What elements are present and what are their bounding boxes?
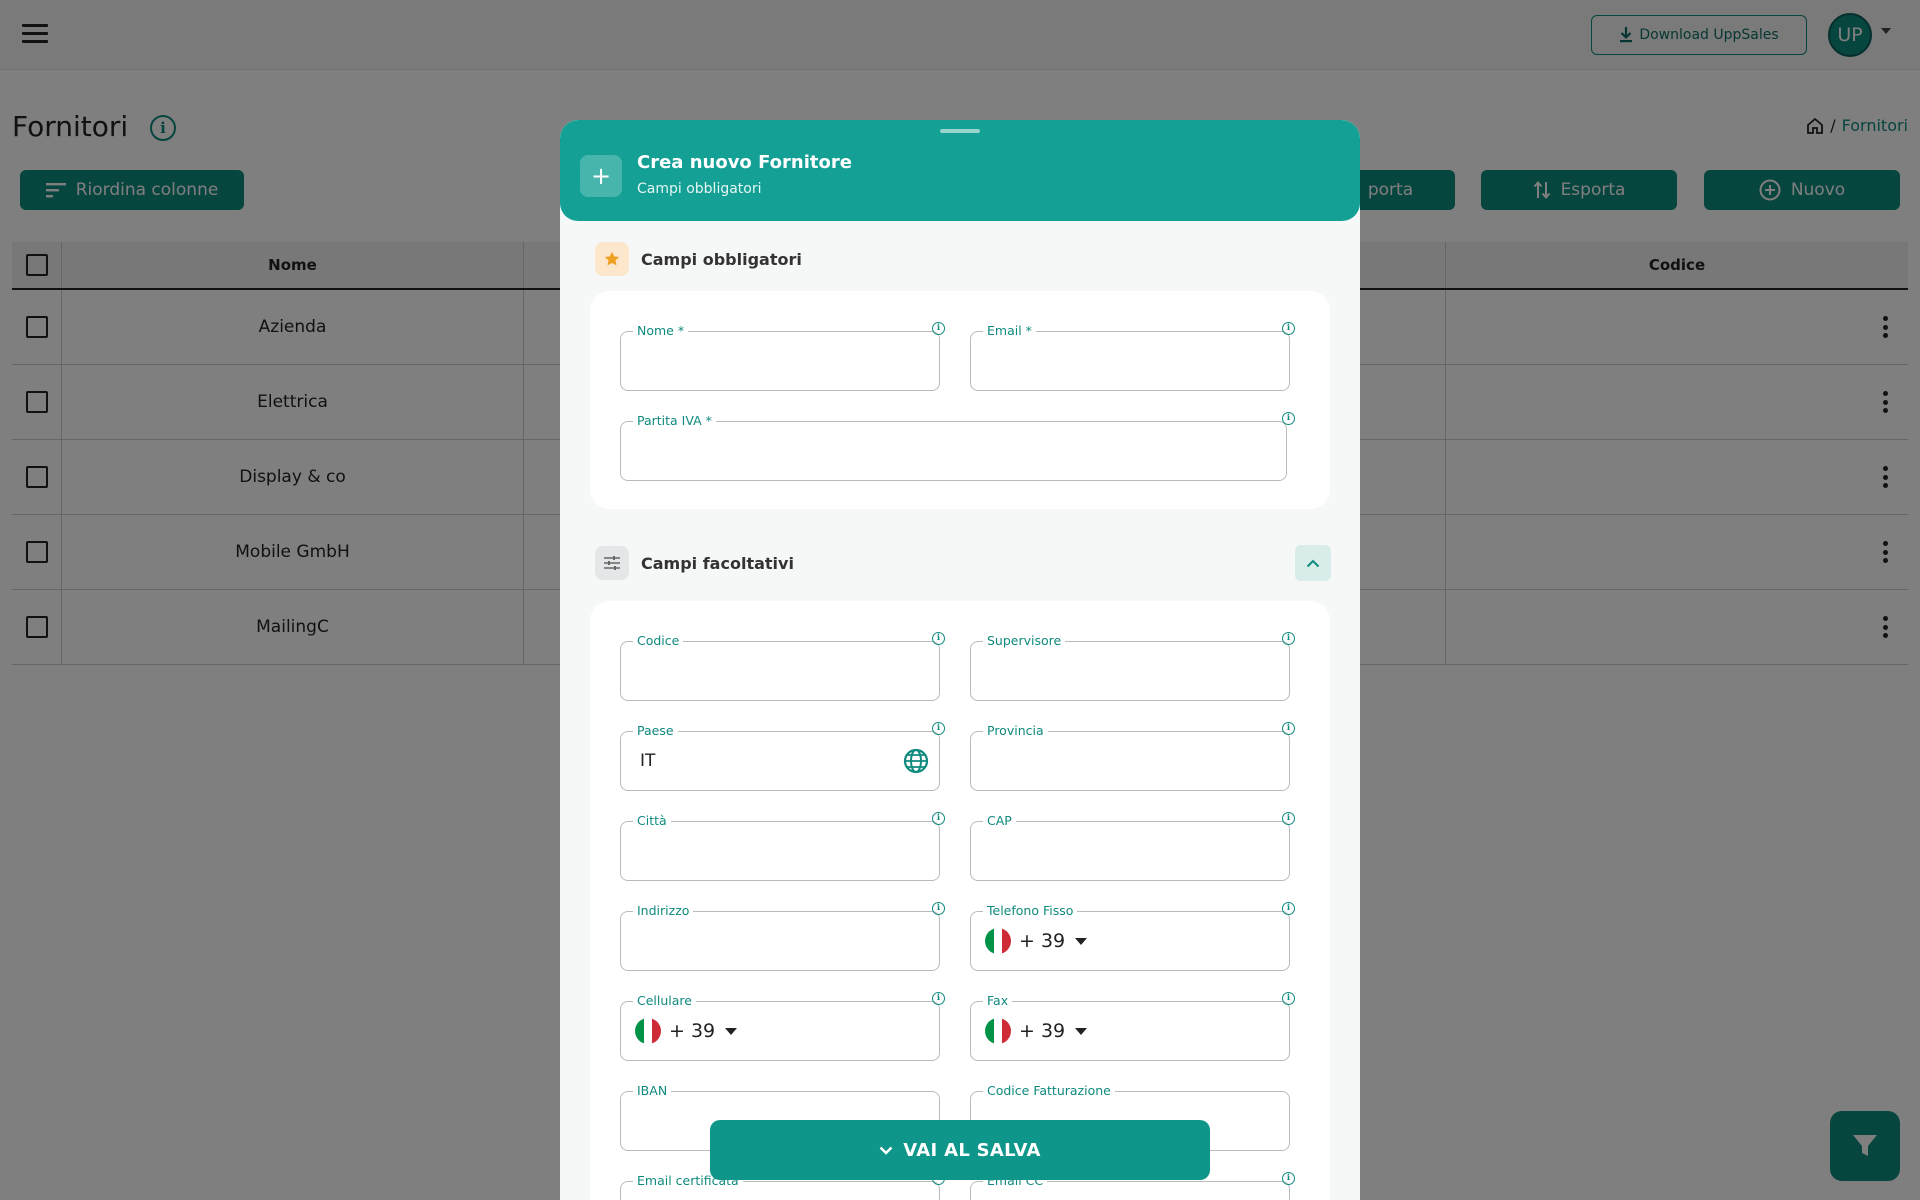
fax-field-label: Fax (983, 993, 1013, 1009)
province-field[interactable]: Provincia (970, 723, 1290, 791)
info-icon[interactable]: i (1282, 1172, 1295, 1185)
drag-handle[interactable] (940, 129, 980, 133)
optional-fields-card: Codice i Supervisore i Paese IT i Provin… (590, 601, 1330, 1200)
email-field[interactable]: Email * (970, 323, 1290, 391)
info-icon[interactable]: i (932, 812, 945, 825)
vat-number-field-label: Partita IVA * (633, 413, 716, 429)
email-field-label: Email * (983, 323, 1036, 339)
country-field[interactable]: Paese IT (620, 723, 940, 791)
province-field-label: Provincia (983, 723, 1048, 739)
info-icon[interactable]: i (1282, 412, 1295, 425)
name-field[interactable]: Nome * (620, 323, 940, 391)
optional-section-header: Campi facoltativi (595, 545, 794, 581)
fax-field[interactable]: Fax + 39 (970, 993, 1290, 1061)
modal-header: + Crea nuovo Fornitore Campi obbligatori (560, 120, 1360, 221)
cc-email-field[interactable]: Email CC (970, 1173, 1290, 1200)
name-field-label: Nome * (633, 323, 689, 339)
landline-field[interactable]: Telefono Fisso + 39 (970, 903, 1290, 971)
city-field[interactable]: Città (620, 813, 940, 881)
modal-title: Crea nuovo Fornitore (637, 152, 852, 173)
info-icon[interactable]: i (1282, 902, 1295, 915)
phone-prefix: + 39 (1019, 930, 1066, 952)
postal-code-field[interactable]: CAP (970, 813, 1290, 881)
mobile-field[interactable]: Cellulare + 39 (620, 993, 940, 1061)
required-section-title: Campi obbligatori (641, 249, 802, 269)
caret-down-icon (725, 1027, 738, 1035)
info-icon[interactable]: i (1282, 992, 1295, 1005)
phone-prefix-selector[interactable]: + 39 (985, 1018, 1088, 1044)
landline-field-label: Telefono Fisso (983, 903, 1078, 919)
go-to-save-button[interactable]: VAI AL SALVA (710, 1120, 1210, 1180)
caret-down-icon (1075, 1027, 1088, 1035)
info-icon[interactable]: i (932, 902, 945, 915)
country-field-value: IT (640, 751, 656, 771)
supervisor-field[interactable]: Supervisore (970, 633, 1290, 701)
country-field-label: Paese (633, 723, 678, 739)
info-icon[interactable]: i (932, 632, 945, 645)
phone-prefix: + 39 (1019, 1020, 1066, 1042)
info-icon[interactable]: i (1282, 632, 1295, 645)
globe-icon[interactable] (903, 748, 929, 774)
address-field[interactable]: Indirizzo (620, 903, 940, 971)
vat-number-field[interactable]: Partita IVA * (620, 413, 1287, 481)
italy-flag-icon (985, 1018, 1011, 1044)
iban-field-label: IBAN (633, 1083, 672, 1099)
supervisor-field-label: Supervisore (983, 633, 1066, 649)
required-section-header: Campi obbligatori (595, 241, 802, 277)
required-fields-card: Nome * i Email * i Partita IVA * i (590, 291, 1330, 509)
info-icon[interactable]: i (932, 322, 945, 335)
caret-down-icon (1075, 937, 1088, 945)
info-icon[interactable]: i (932, 722, 945, 735)
city-field-label: Città (633, 813, 671, 829)
phone-prefix: + 39 (669, 1020, 716, 1042)
info-icon[interactable]: i (1282, 812, 1295, 825)
info-icon[interactable]: i (932, 992, 945, 1005)
create-supplier-modal: + Crea nuovo Fornitore Campi obbligatori… (560, 120, 1360, 1200)
plus-icon: + (580, 155, 622, 197)
modal-subtitle: Campi obbligatori (637, 181, 762, 197)
mobile-field-label: Cellulare (633, 993, 696, 1009)
optional-section-title: Campi facoltativi (641, 553, 794, 573)
code-field[interactable]: Codice (620, 633, 940, 701)
collapse-button[interactable] (1295, 545, 1331, 581)
chevron-down-icon (879, 1146, 893, 1155)
code-field-label: Codice (633, 633, 684, 649)
star-icon (595, 242, 629, 276)
postal-code-field-label: CAP (983, 813, 1016, 829)
info-icon[interactable]: i (1282, 722, 1295, 735)
italy-flag-icon (635, 1018, 661, 1044)
phone-prefix-selector[interactable]: + 39 (635, 1018, 738, 1044)
certified-email-field[interactable]: Email certificata (620, 1173, 940, 1200)
info-icon[interactable]: i (1282, 322, 1295, 335)
chevron-up-icon (1306, 559, 1320, 567)
address-field-label: Indirizzo (633, 903, 694, 919)
phone-prefix-selector[interactable]: + 39 (985, 928, 1088, 954)
billing-code-field-label: Codice Fatturazione (983, 1083, 1115, 1099)
italy-flag-icon (985, 928, 1011, 954)
tune-icon (595, 546, 629, 580)
go-to-save-label: VAI AL SALVA (903, 1139, 1041, 1161)
